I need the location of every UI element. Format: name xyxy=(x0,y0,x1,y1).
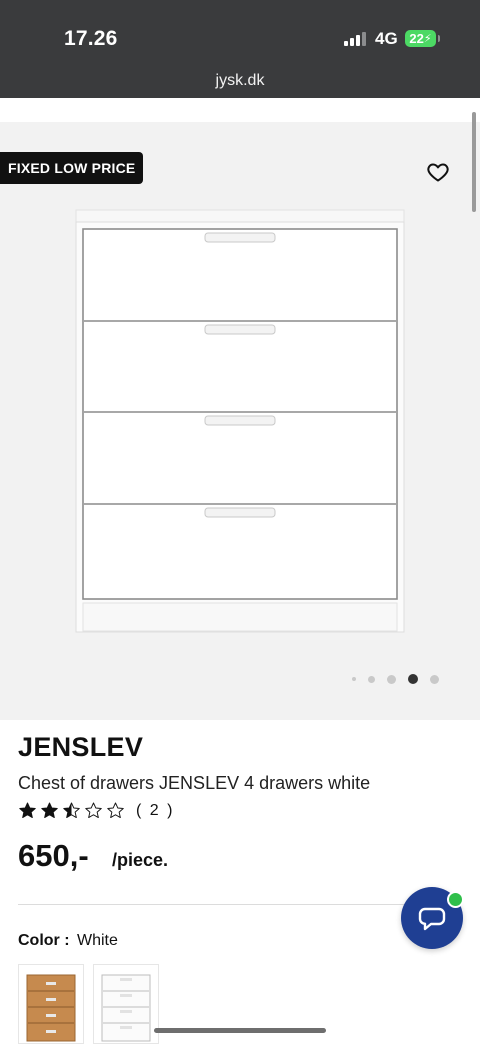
product-rating[interactable]: ( 2 ) xyxy=(18,801,174,820)
star-icon xyxy=(41,802,58,819)
star-icon xyxy=(19,802,36,819)
product-title: JENSLEV xyxy=(18,732,144,762)
price-unit: /piece. xyxy=(112,850,169,870)
product-gallery[interactable]: FIXED LOW PRICE xyxy=(0,122,480,720)
gallery-dot[interactable] xyxy=(368,675,375,683)
scrollbar[interactable] xyxy=(472,112,476,212)
star-half-icon xyxy=(63,802,80,819)
price-badge: FIXED LOW PRICE xyxy=(0,152,144,184)
gallery-pagination[interactable] xyxy=(352,674,439,684)
star-empty-icon xyxy=(85,802,102,819)
product-price: 650,- xyxy=(18,838,89,873)
color-swatch-oak[interactable] xyxy=(18,964,84,1044)
charging-icon: ⚡ xyxy=(423,33,432,45)
color-label: Color : xyxy=(18,932,70,949)
gallery-dot[interactable] xyxy=(430,674,439,684)
battery-icon: 22 ⚡ xyxy=(405,30,440,47)
product-description: Chest of drawers JENSLEV 4 drawers white xyxy=(18,773,371,793)
signal-icon xyxy=(344,31,366,46)
gallery-dot-active[interactable] xyxy=(408,674,418,684)
swatch-white-image xyxy=(101,974,151,1042)
color-value: White xyxy=(77,932,118,949)
online-indicator xyxy=(447,891,464,908)
star-empty-icon xyxy=(107,802,124,819)
heart-icon[interactable] xyxy=(426,160,450,184)
swatch-oak-image xyxy=(26,974,76,1042)
battery-level: 22 xyxy=(409,31,424,46)
gallery-dot[interactable] xyxy=(352,677,356,681)
divider xyxy=(18,904,462,905)
status-time: 17.26 xyxy=(64,27,118,50)
url-bar[interactable]: jysk.dk xyxy=(0,72,480,90)
color-swatch-white[interactable] xyxy=(93,964,159,1044)
gallery-dot[interactable] xyxy=(387,674,396,684)
chat-icon xyxy=(418,907,446,931)
home-indicator xyxy=(154,1028,326,1033)
browser-top-bar: 17.26 4G 22 ⚡ jysk.dk xyxy=(0,0,480,98)
review-count[interactable]: ( 2 ) xyxy=(136,802,174,820)
product-image xyxy=(75,209,405,633)
network-type: 4G xyxy=(375,29,398,48)
